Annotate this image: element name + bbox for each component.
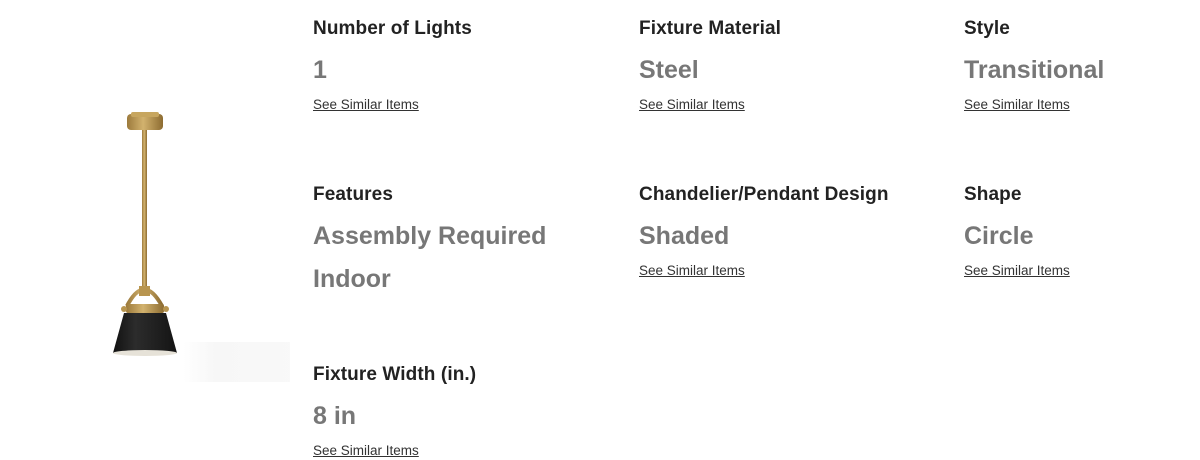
spec-value: 8 in	[313, 402, 357, 430]
spec-title: Chandelier/Pendant Design	[639, 184, 889, 205]
spec-title: Fixture Width (in.)	[313, 364, 477, 385]
spec-shape: Shape Circle See Similar Items	[964, 184, 1070, 278]
spec-title: Shape	[964, 184, 1022, 205]
spec-style: Style Transitional See Similar Items	[964, 18, 1104, 112]
spec-fixture-material: Fixture Material Steel See Similar Items	[639, 18, 781, 112]
spec-value: Indoor	[313, 265, 391, 293]
spec-title: Number of Lights	[313, 18, 472, 39]
spec-value: Transitional	[964, 56, 1105, 84]
spec-title: Features	[313, 184, 394, 205]
see-similar-items-link[interactable]: See Similar Items	[313, 443, 476, 458]
spec-pendant-design: Chandelier/Pendant Design Shaded See Sim…	[639, 184, 889, 278]
product-specifications: Number of Lights 1 See Similar Items Fix…	[0, 0, 1200, 460]
spec-value: Steel	[639, 56, 699, 84]
see-similar-items-link[interactable]: See Similar Items	[639, 263, 889, 278]
see-similar-items-link[interactable]: See Similar Items	[964, 263, 1070, 278]
spec-features: Features Assembly Required Indoor	[313, 184, 546, 292]
pendant-light-icon	[113, 112, 177, 356]
see-similar-items-link[interactable]: See Similar Items	[639, 97, 781, 112]
spec-value: Shaded	[639, 222, 730, 250]
see-similar-items-link[interactable]: See Similar Items	[964, 97, 1104, 112]
spec-fixture-width: Fixture Width (in.) 8 in See Similar Ite…	[313, 364, 476, 458]
spec-title: Style	[964, 18, 1010, 39]
spec-value: Circle	[964, 222, 1034, 250]
spec-number-of-lights: Number of Lights 1 See Similar Items	[313, 18, 472, 112]
spec-value: Assembly Required	[313, 222, 547, 250]
spec-value: 1	[313, 56, 327, 84]
spec-title: Fixture Material	[639, 18, 782, 39]
see-similar-items-link[interactable]: See Similar Items	[313, 97, 472, 112]
